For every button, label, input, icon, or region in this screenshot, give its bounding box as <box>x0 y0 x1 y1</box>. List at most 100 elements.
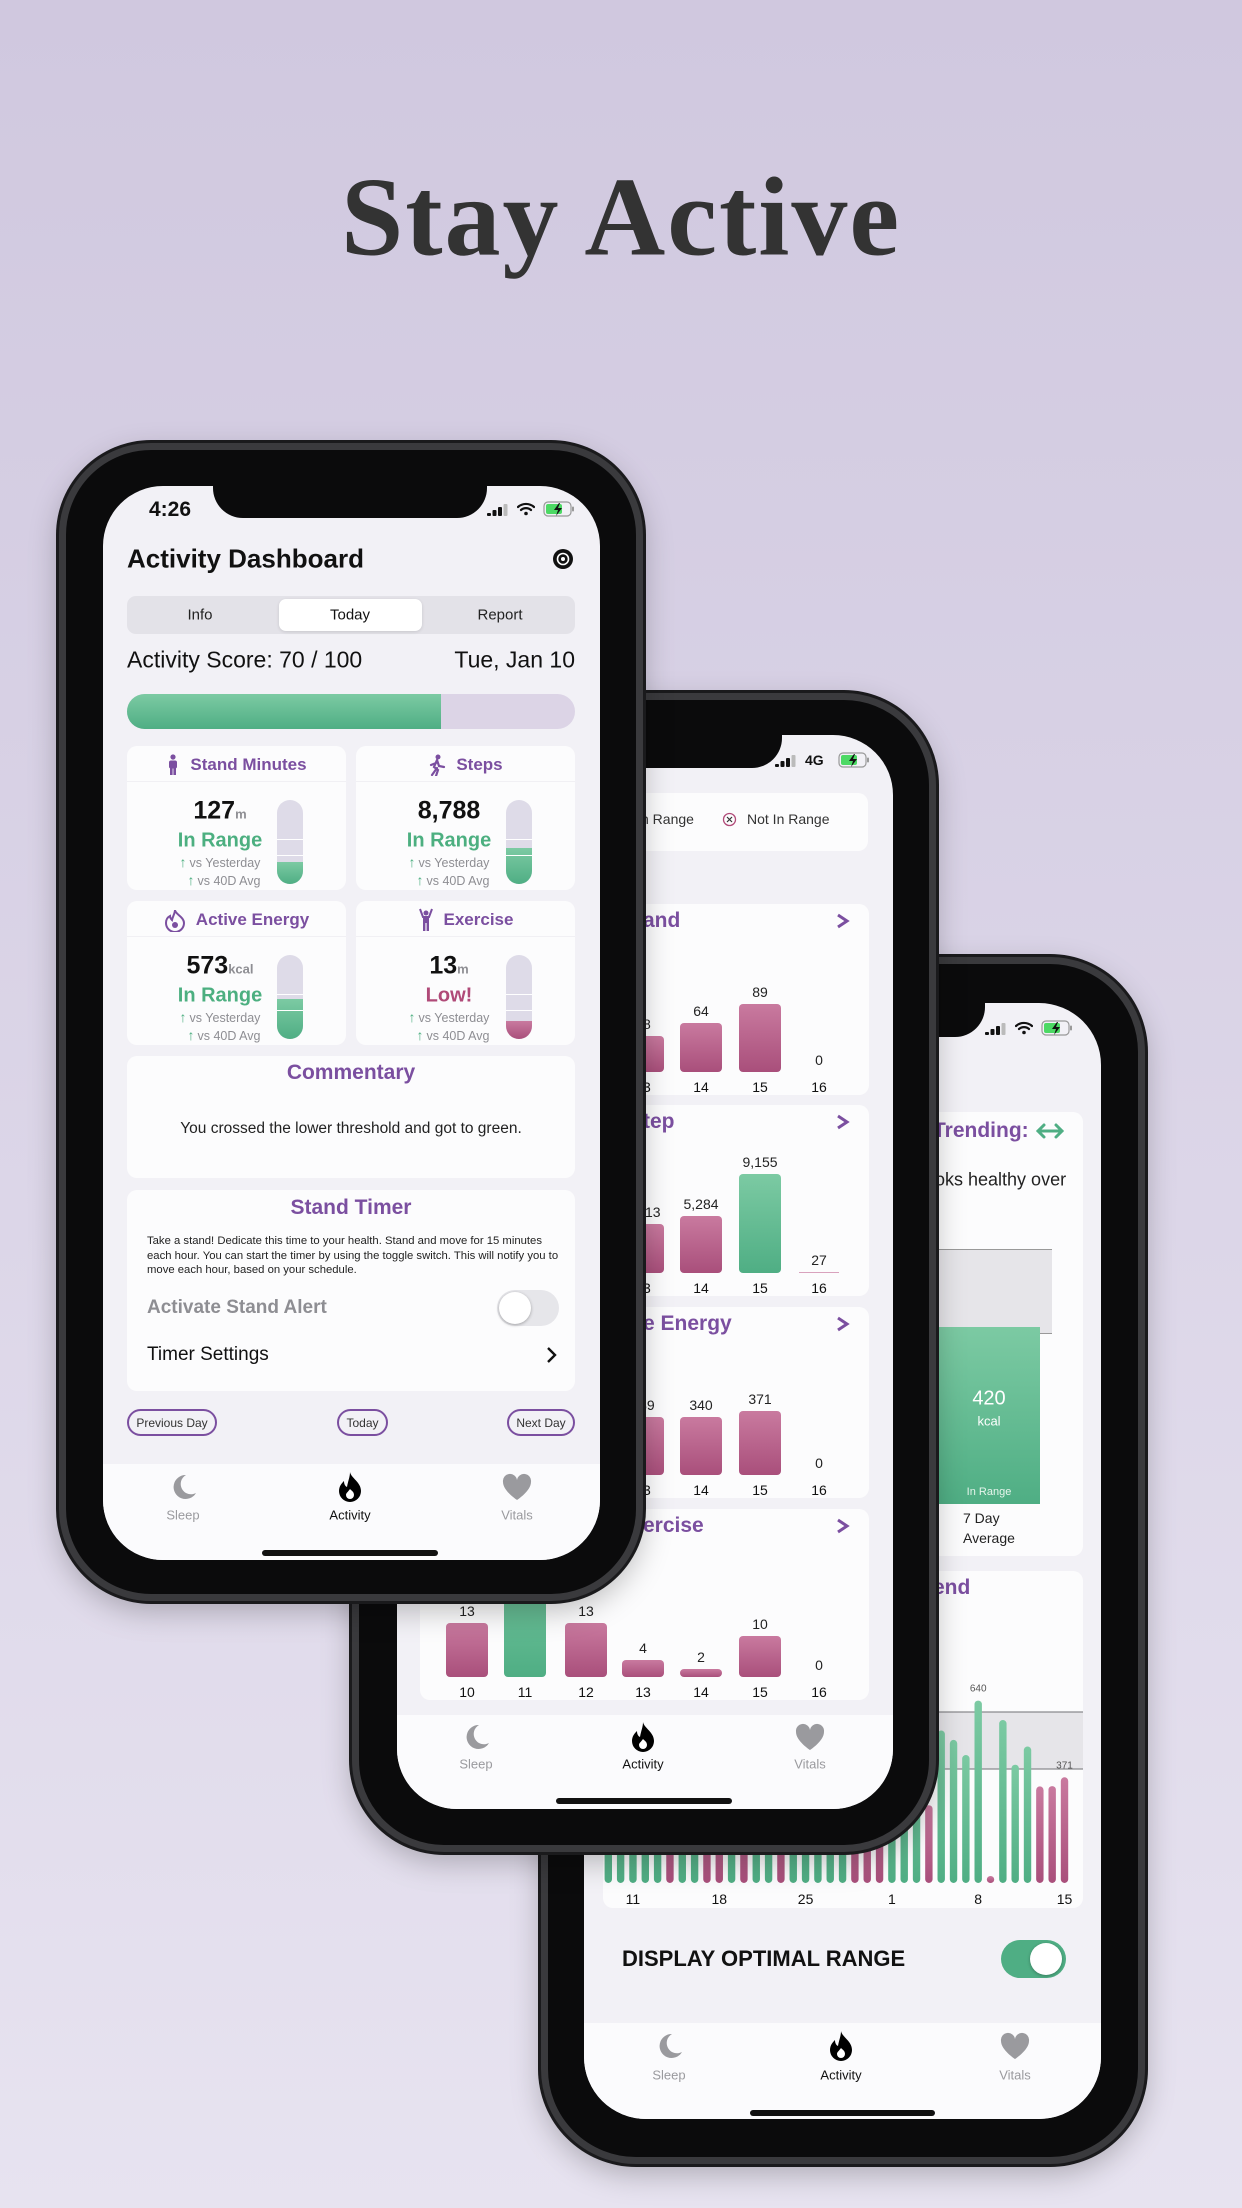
metric-title: Active Energy <box>195 910 310 929</box>
gear-icon[interactable] <box>552 548 574 570</box>
tab-activity[interactable]: Activity <box>598 1715 688 1795</box>
flame-circle-icon <box>164 908 186 933</box>
tab-report[interactable]: Report <box>477 607 522 624</box>
chart-title: tep <box>643 1110 675 1133</box>
tab-bar: Sleep Activity Vitals <box>103 1464 600 1560</box>
tab-today[interactable]: Today <box>330 607 370 624</box>
trend-tick-label: 8 <box>974 1891 982 1907</box>
tab-label: Activity <box>820 2067 862 2083</box>
tab-activity[interactable]: Activity <box>305 1464 395 1544</box>
tab-sleep[interactable]: Sleep <box>431 1715 521 1795</box>
metric-title: Steps <box>456 755 503 774</box>
battery-charging-icon <box>838 752 869 768</box>
metric-card-exercise[interactable]: Exercise 13m Low! ↑ vs Yesterday ↑ vs 40D Avg <box>356 901 575 1045</box>
metric-status: In Range <box>177 829 263 852</box>
chart-bar <box>739 1411 781 1475</box>
status-icons <box>487 501 587 519</box>
trend-bar <box>1011 1764 1019 1883</box>
segmented-control: Info Today Report <box>127 596 575 634</box>
flame-icon <box>630 1721 656 1753</box>
bar-day-label: 15 <box>752 1482 768 1498</box>
comparison-label: vs 40D Avg <box>426 874 490 888</box>
phone-front-screen: 4:26 Activity Dashboard Info Today Repor… <box>103 486 600 1560</box>
cellular-signal-icon <box>775 755 796 767</box>
bar-value-label: 2 <box>697 1648 705 1665</box>
tab-info[interactable]: Info <box>187 607 212 624</box>
commentary-card: Commentary You crossed the lower thresho… <box>127 1056 575 1178</box>
metric-unit: kcal <box>228 961 254 977</box>
trend-bar <box>1036 1786 1044 1883</box>
notch <box>213 486 487 518</box>
tab-vitals[interactable]: Vitals <box>765 1715 855 1795</box>
bar-day-label: 14 <box>693 1079 709 1095</box>
bar-value-label: 64 <box>693 1003 709 1020</box>
metric-value: 573 <box>186 951 229 980</box>
bar-day-label: 16 <box>811 1280 827 1296</box>
stand-timer-title: Stand Timer <box>290 1196 412 1219</box>
tab-sleep[interactable]: Sleep <box>138 1464 228 1544</box>
moon-icon <box>654 2031 684 2061</box>
bar-day-label: 15 <box>752 1684 768 1700</box>
chevron-right-icon[interactable] <box>836 1518 850 1534</box>
tab-sleep[interactable]: Sleep <box>624 2023 714 2103</box>
status-time: 4:26 <box>148 498 192 521</box>
bar-day-label: 10 <box>459 1684 475 1700</box>
bar-value-label: 5,284 <box>683 1195 719 1212</box>
chevron-right-icon[interactable] <box>836 913 850 929</box>
chart-bar <box>622 1660 664 1677</box>
today-button[interactable]: Today <box>337 1409 388 1436</box>
comparison-label: vs Yesterday <box>418 856 490 870</box>
not-in-range-icon <box>722 812 737 827</box>
arrow-up-icon: ↑ <box>416 1027 424 1043</box>
trend-bar <box>986 1876 995 1883</box>
metric-card-steps[interactable]: Steps 8,788 In Range ↑ vs Yesterday ↑ vs 40D A… <box>356 746 575 890</box>
next-day-button[interactable]: Next Day <box>507 1409 575 1436</box>
network-type: 4G <box>805 752 824 768</box>
trend-bar <box>1048 1786 1056 1883</box>
bar-day-label: 11 <box>517 1684 533 1700</box>
heart-icon <box>795 1723 825 1751</box>
chart-bar <box>565 1623 607 1677</box>
tab-bar: Sleep Activity Vitals <box>397 1715 893 1809</box>
display-range-toggle[interactable] <box>1001 1940 1066 1978</box>
chart-bar <box>739 1635 781 1677</box>
tab-vitals[interactable]: Vitals <box>970 2023 1060 2103</box>
bar-day-label: 14 <box>693 1482 709 1498</box>
arrow-up-icon: ↑ <box>179 1009 187 1025</box>
trend-tick-label: 18 <box>711 1891 727 1907</box>
metric-unit: m <box>457 961 469 977</box>
heart-icon <box>502 1473 532 1501</box>
chart-bar <box>680 1215 722 1273</box>
bar-day-label: 12 <box>578 1684 594 1700</box>
bar-day-label: 15 <box>752 1079 768 1095</box>
tab-label: Sleep <box>166 1507 200 1523</box>
metric-card-stand-minutes[interactable]: Stand Minutes 127m In Range ↑ vs Yesterday ↑ v… <box>127 746 346 890</box>
stand-timer-card: Stand Timer Take a stand! Dedicate this … <box>127 1190 575 1391</box>
arrow-up-icon: ↑ <box>408 854 416 870</box>
tab-vitals[interactable]: Vitals <box>472 1464 562 1544</box>
trend-value-label: 371 <box>1056 1760 1073 1771</box>
chevron-right-icon[interactable] <box>545 1346 557 1364</box>
tab-activity[interactable]: Activity <box>796 2023 886 2103</box>
trend-bar <box>937 1730 945 1883</box>
comparison-label: vs Yesterday <box>189 856 261 870</box>
trend-bar <box>999 1719 1007 1883</box>
stand-timer-description: Take a stand! Dedicate this time to your… <box>147 1235 559 1276</box>
chevron-right-icon[interactable] <box>836 1316 850 1332</box>
chart-bar <box>680 1023 722 1072</box>
stand-alert-toggle[interactable] <box>497 1290 559 1326</box>
bar-day-label: 15 <box>752 1280 768 1296</box>
home-indicator <box>750 2110 935 2116</box>
home-indicator <box>556 1798 732 1804</box>
trend-tick-label: 15 <box>1057 1891 1073 1907</box>
metric-title: Exercise <box>443 910 514 929</box>
walking-person-icon <box>428 754 446 778</box>
tab-label: Sleep <box>459 1756 493 1772</box>
tab-bar: Sleep Activity Vitals <box>584 2023 1101 2119</box>
chart-title: ercise <box>643 1514 704 1537</box>
timer-settings-label[interactable]: Timer Settings <box>147 1344 269 1366</box>
previous-day-button[interactable]: Previous Day <box>127 1409 217 1436</box>
trend-bar <box>962 1755 970 1883</box>
chevron-right-icon[interactable] <box>836 1114 850 1130</box>
metric-card-active-energy[interactable]: Active Energy 573kcal In Range ↑ vs Yesterda… <box>127 901 346 1045</box>
